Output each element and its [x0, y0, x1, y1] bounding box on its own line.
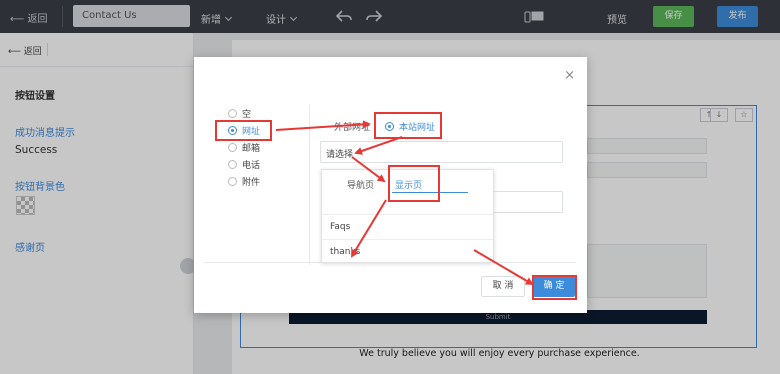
annotation-box-site-link	[374, 112, 442, 139]
radio-icon	[228, 109, 237, 118]
radio-icon	[228, 160, 237, 169]
annotation-box-url	[215, 120, 272, 141]
link-type-label: 邮箱	[242, 144, 261, 154]
external-link-option[interactable]: 外部网址	[334, 120, 370, 133]
link-type-label: 空	[242, 110, 252, 120]
link-type-label: 附件	[242, 178, 261, 188]
dropdown-item-faqs[interactable]: Faqs	[322, 214, 493, 239]
page-select[interactable]: 请选择	[320, 141, 563, 163]
dialog-vertical-divider	[309, 105, 310, 265]
link-type-label: 电话	[242, 161, 261, 171]
secondary-field[interactable]	[484, 191, 563, 213]
link-type-attachment[interactable]: 附件	[228, 175, 260, 188]
radio-icon	[228, 177, 237, 186]
radio-icon	[228, 143, 237, 152]
close-icon[interactable]: ×	[564, 68, 575, 83]
link-type-email[interactable]: 邮箱	[228, 141, 260, 154]
annotation-box-hidden-pages	[388, 165, 440, 202]
annotation-box-confirm	[532, 275, 577, 300]
cancel-button[interactable]: 取 消	[481, 276, 525, 297]
dropdown-item-thanks[interactable]: thanks	[322, 239, 493, 264]
link-type-none[interactable]: 空	[228, 107, 251, 120]
tab-nav-pages[interactable]: 导航页	[347, 178, 374, 191]
link-type-phone[interactable]: 电话	[228, 158, 260, 171]
